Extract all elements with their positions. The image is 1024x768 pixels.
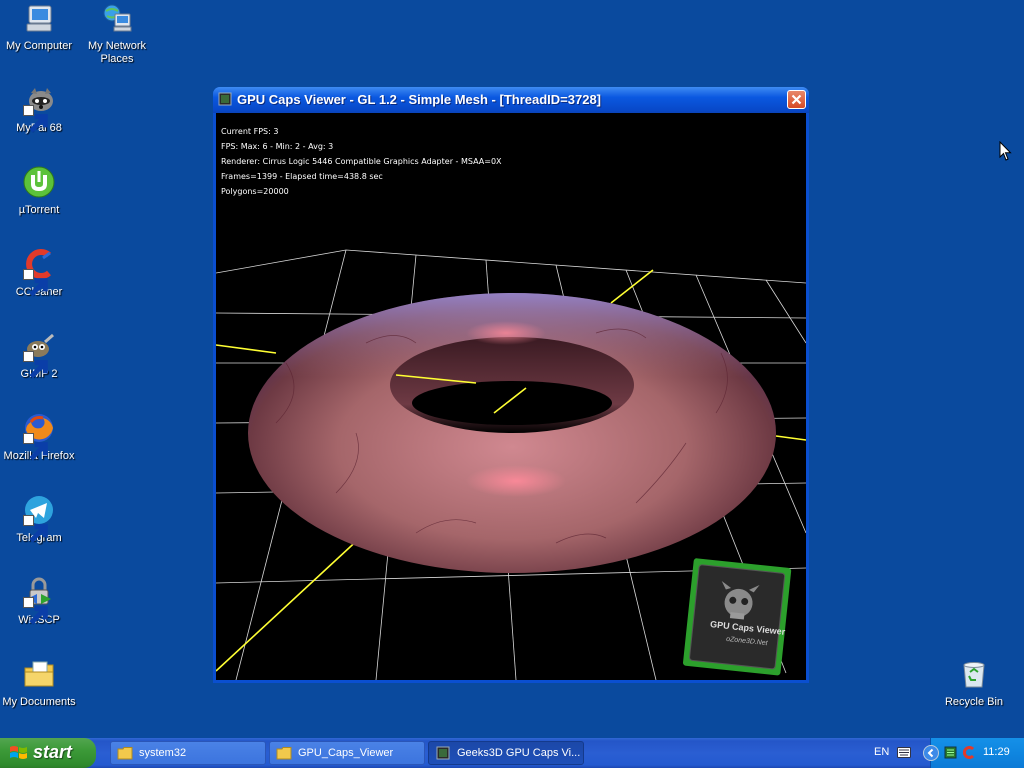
ccleaner-icon — [23, 248, 55, 297]
network-places-icon — [101, 2, 133, 34]
recycle-bin-icon — [958, 658, 990, 690]
gpu-caps-viewer-window[interactable]: GPU Caps Viewer - GL 1.2 - Simple Mesh -… — [213, 87, 809, 683]
taskbar-item-label: GPU_Caps_Viewer — [298, 747, 394, 759]
desktop-icon-firefox[interactable]: Mozilla Firefox — [0, 412, 79, 463]
shortcut-arrow-icon — [23, 597, 48, 625]
chevron-left-icon — [927, 748, 934, 758]
my-computer-icon — [23, 2, 55, 34]
desktop-icon-ccleaner[interactable]: CCleaner — [0, 248, 79, 299]
gpu-tray-icon[interactable] — [944, 746, 957, 759]
gimp-icon — [23, 330, 55, 379]
desktop-icon-label: My Documents — [2, 696, 76, 708]
shortcut-arrow-icon — [23, 351, 48, 379]
mouse-cursor-icon — [999, 141, 1012, 161]
gpu-caps-logo — [683, 558, 792, 676]
window-titlebar[interactable]: GPU Caps Viewer - GL 1.2 - Simple Mesh -… — [213, 87, 809, 113]
desktop-icon-mypal[interactable]: MyPal 68 — [0, 84, 79, 135]
winscp-icon — [23, 576, 55, 625]
torus-mesh — [248, 293, 776, 573]
taskbar: start system32 GPU_Caps_Viewer Geeks3D G… — [0, 738, 1024, 768]
shortcut-arrow-icon — [23, 433, 48, 461]
folder-icon — [276, 747, 292, 760]
system-tray: 11:29 — [923, 738, 1024, 768]
show-hidden-icons-button[interactable] — [923, 745, 939, 761]
hud-frames: Frames=1399 - Elapsed time=438.8 sec — [221, 172, 383, 181]
gpu-app-icon — [436, 746, 450, 760]
hud-overlay: Current FPS: 3 FPS: Max: 6 - Min: 2 - Av… — [221, 124, 502, 199]
keyboard-icon[interactable] — [897, 747, 911, 758]
my-documents-icon — [23, 658, 55, 690]
telegram-icon — [23, 494, 55, 543]
hud-polygons: Polygons=20000 — [221, 187, 289, 196]
clock[interactable]: 11:29 — [983, 746, 1010, 758]
hud-renderer: Renderer: Cirrus Logic 5446 Compatible G… — [221, 157, 502, 166]
desktop-icon-label: Recycle Bin — [944, 696, 1004, 708]
folder-icon — [117, 747, 133, 760]
desktop-icon-label: µTorrent — [18, 204, 60, 216]
desktop-icon-label: My Computer — [5, 40, 73, 52]
ccleaner-tray-icon[interactable] — [962, 746, 975, 759]
window-title: GPU Caps Viewer - GL 1.2 - Simple Mesh -… — [237, 92, 601, 107]
close-icon — [791, 94, 802, 105]
desktop-icon-my-documents[interactable]: My Documents — [0, 658, 79, 709]
language-indicator[interactable]: EN — [874, 746, 889, 758]
desktop-icon-gimp[interactable]: GIMP 2 — [0, 330, 79, 381]
shortcut-arrow-icon — [23, 515, 48, 543]
shortcut-arrow-icon — [23, 105, 48, 133]
desktop-icon-winscp[interactable]: WinSCP — [0, 576, 79, 627]
taskbar-item-label: Geeks3D GPU Caps Vi... — [457, 747, 581, 759]
mypal-icon — [23, 84, 55, 133]
taskbar-item-gpu-caps-folder[interactable]: GPU_Caps_Viewer — [269, 741, 425, 765]
start-label: start — [33, 742, 73, 762]
close-button[interactable] — [787, 90, 806, 109]
desktop-icon-label: My Network Places — [87, 40, 147, 65]
desktop-icon-network-places[interactable]: My Network Places — [77, 2, 157, 66]
taskbar-item-label: system32 — [139, 747, 187, 759]
shortcut-arrow-icon — [23, 269, 48, 297]
desktop-icon-utorrent[interactable]: µTorrent — [0, 166, 79, 217]
utorrent-icon — [23, 166, 55, 198]
taskbar-item-system32[interactable]: system32 — [110, 741, 266, 765]
desktop-icon-telegram[interactable]: Telegram — [0, 494, 79, 545]
desktop-icon-recycle-bin[interactable]: Recycle Bin — [934, 658, 1014, 709]
desktop-icon-my-computer[interactable]: My Computer — [0, 2, 79, 53]
hud-current-fps: Current FPS: 3 — [221, 127, 279, 136]
taskbar-item-gpu-caps-viewer[interactable]: Geeks3D GPU Caps Vi... — [428, 741, 584, 765]
firefox-icon — [23, 412, 55, 461]
start-button[interactable]: start — [0, 738, 96, 768]
gpu-app-icon — [218, 92, 232, 106]
windows-logo-icon — [10, 746, 27, 759]
render-viewport[interactable]: GPU Caps Viewer oZone3D.Net Current FPS:… — [216, 113, 806, 680]
hud-fps-stats: FPS: Max: 6 - Min: 2 - Avg: 3 — [221, 142, 334, 151]
